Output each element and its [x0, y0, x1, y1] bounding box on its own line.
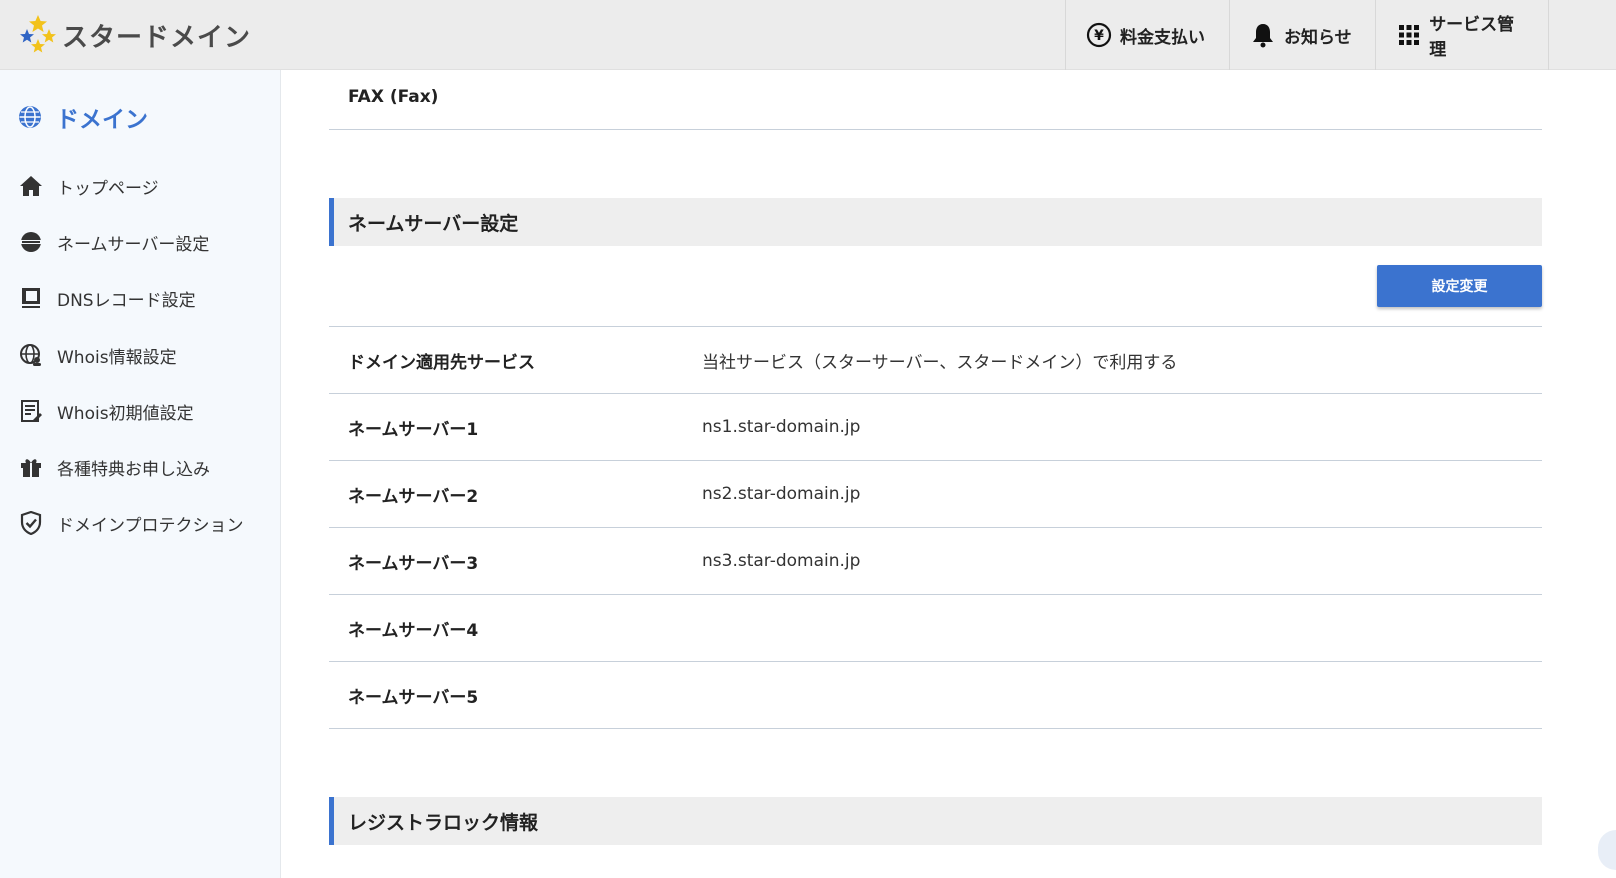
header-news-button[interactable]: お知らせ: [1229, 0, 1375, 70]
nameserver2-label: ネームサーバー2: [348, 486, 479, 507]
sidebar-item-label: DNSレコード設定: [57, 290, 196, 311]
main-content: FAX (Fax) ネームサーバー設定 設定変更 ドメイン適用先サービス 当社サ…: [329, 70, 1542, 878]
header-payment-button[interactable]: ¥ 料金支払い: [1065, 0, 1229, 70]
header-service-label: サービス管理: [1429, 15, 1515, 60]
sidebar-item-whois[interactable]: Whois情報設定: [18, 342, 177, 368]
sidebar-item-protection[interactable]: ドメインプロテクション: [18, 510, 244, 536]
nameserver4-label: ネームサーバー4: [348, 620, 479, 641]
sidebar-item-nameserver[interactable]: ネームサーバー設定: [18, 229, 209, 255]
domain-service-value: 当社サービス（スターサーバー、スタードメイン）で利用する: [702, 352, 1178, 373]
book-icon: [18, 285, 44, 311]
table-row: ネームサーバー1 ns1.star-domain.jp: [329, 394, 1542, 461]
nameserver2-value: ns2.star-domain.jp: [702, 484, 861, 504]
table-row: ネームサーバー2 ns2.star-domain.jp: [329, 461, 1542, 528]
star-domain-logo[interactable]: スタードメイン: [18, 14, 251, 56]
grid-icon: [1396, 22, 1421, 48]
sidebar-item-top[interactable]: トップページ: [18, 173, 159, 199]
globe-user-icon: [18, 342, 44, 368]
logo-text: スタードメイン: [62, 22, 252, 53]
sidebar-item-label: トップページ: [57, 178, 159, 199]
nameserver3-label: ネームサーバー3: [348, 553, 479, 574]
table-row: ドメイン適用先サービス 当社サービス（スターサーバー、スタードメイン）で利用する: [329, 326, 1542, 394]
nameserver5-label: ネームサーバー5: [348, 687, 479, 708]
home-icon: [18, 173, 44, 199]
fax-row: FAX (Fax): [329, 70, 1542, 130]
sidebar-item-label: ドメインプロテクション: [57, 515, 244, 536]
stars-logo-icon: [20, 15, 56, 53]
table-row: ネームサーバー3 ns3.star-domain.jp: [329, 528, 1542, 595]
sidebar-item-label: ネームサーバー設定: [57, 234, 210, 255]
shield-check-icon: [18, 510, 44, 536]
table-row: ネームサーバー4: [329, 595, 1542, 662]
gift-icon: [18, 454, 44, 480]
svg-text:¥: ¥: [1094, 28, 1104, 44]
domain-service-label: ドメイン適用先サービス: [348, 352, 535, 373]
sidebar-item-dns[interactable]: DNSレコード設定: [18, 285, 196, 311]
nameserver1-label: ネームサーバー1: [348, 419, 479, 440]
header-service-button[interactable]: サービス管理: [1375, 0, 1548, 70]
sidebar-title[interactable]: ドメイン: [18, 100, 148, 134]
sidebar-item-label: Whois初期値設定: [57, 403, 194, 424]
chat-widget-edge[interactable]: [1598, 830, 1616, 870]
nameserver3-value: ns3.star-domain.jp: [702, 551, 861, 571]
globe-icon: [19, 106, 41, 128]
table-row: ネームサーバー5: [329, 662, 1542, 729]
yen-circle-icon: ¥: [1086, 22, 1112, 48]
sidebar-item-benefits[interactable]: 各種特典お申し込み: [18, 454, 210, 480]
header-payment-label: 料金支払い: [1120, 27, 1205, 48]
top-header: スタードメイン ¥ 料金支払い お知らせ サービス管理: [0, 0, 1616, 70]
sidebar-item-whois-default[interactable]: Whois初期値設定: [18, 398, 194, 424]
sidebar-title-label: ドメイン: [56, 107, 148, 133]
change-settings-button[interactable]: 設定変更: [1377, 265, 1542, 307]
server-globe-icon: [18, 229, 44, 255]
sidebar-item-label: Whois情報設定: [57, 347, 177, 368]
header-account-button[interactable]: [1548, 0, 1616, 70]
sidebar-item-label: 各種特典お申し込み: [57, 459, 210, 480]
nameserver-section-title: ネームサーバー設定: [329, 198, 1542, 246]
form-edit-icon: [18, 398, 44, 424]
sidebar: ドメイン トップページ ネームサーバー設定 DNSレコード設定 Whois情報設…: [0, 70, 281, 878]
fax-label: FAX (Fax): [348, 87, 439, 107]
header-news-label: お知らせ: [1284, 27, 1352, 48]
registrar-lock-section-title: レジストラロック情報: [329, 797, 1542, 845]
bell-icon: [1250, 22, 1276, 48]
nameserver1-value: ns1.star-domain.jp: [702, 417, 861, 437]
